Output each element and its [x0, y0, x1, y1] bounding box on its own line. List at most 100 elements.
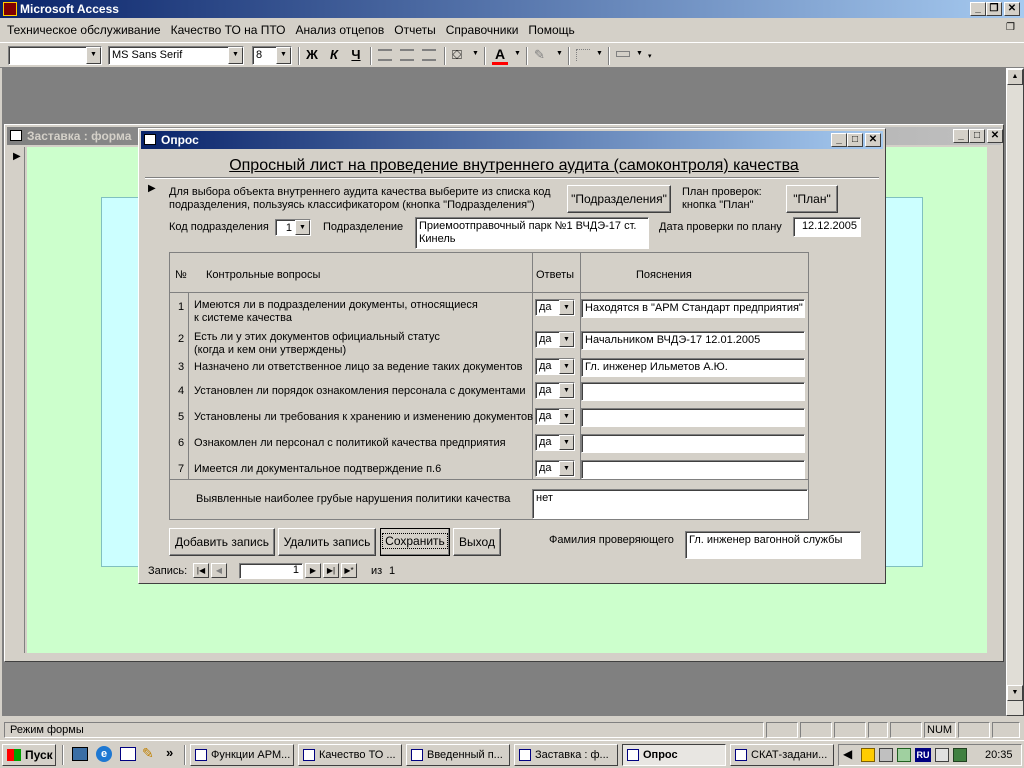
violations-field[interactable]: нет	[532, 489, 808, 519]
division-field[interactable]: Приемоотправочный парк №1 ВЧДЭ-17 ст. Ки…	[415, 217, 649, 249]
font-color-icon[interactable]: A	[492, 46, 508, 65]
splash-maximize-button[interactable]: □	[969, 129, 985, 143]
splash-close-button[interactable]: ✕	[987, 129, 1003, 143]
menu-item-analysis[interactable]: Анализ отцепов	[291, 21, 390, 39]
task-entered[interactable]: Введенный п...	[406, 744, 510, 766]
note-field[interactable]: Гл. инженер Ильметов А.Ю.	[581, 358, 805, 377]
note-field[interactable]	[581, 382, 805, 401]
task-functions[interactable]: Функции АРМ...	[190, 744, 294, 766]
language-indicator[interactable]: RU	[915, 748, 931, 762]
network-icon[interactable]	[953, 748, 967, 762]
fill-color-icon[interactable]: ⛋	[452, 47, 470, 63]
menu-item-quality[interactable]: Качество ТО на ПТО	[166, 21, 291, 39]
outlook-icon[interactable]	[120, 747, 136, 761]
align-right-icon[interactable]	[422, 49, 436, 61]
volume-icon[interactable]: ◀	[843, 747, 852, 761]
answer-select[interactable]: да ▼	[535, 460, 575, 477]
toolbar-options-icon[interactable]: ▾	[648, 52, 652, 60]
answer-select[interactable]: да ▼	[535, 331, 575, 348]
task-survey[interactable]: Опрос	[622, 744, 726, 766]
ie-icon[interactable]: e	[96, 746, 112, 762]
app-close-button[interactable]: ✕	[1004, 2, 1020, 16]
underline-button[interactable]: Ч	[348, 47, 364, 62]
col-notes-header: Пояснения	[636, 269, 692, 281]
question-row: 7 Имеется ли документальное подтверждение…	[170, 457, 806, 481]
workspace-scrollbar[interactable]: ▲ ▼	[1006, 68, 1024, 716]
division-code-select[interactable]: 1 ▼	[275, 219, 311, 236]
status-pane	[834, 722, 866, 738]
note-field[interactable]	[581, 434, 805, 453]
next-record-button[interactable]: ▶	[305, 563, 321, 578]
special-effect-dropdown-icon[interactable]: ▼	[636, 50, 643, 57]
answer-select[interactable]: да ▼	[535, 408, 575, 425]
menu-restore-icon[interactable]: ❐	[1006, 22, 1020, 36]
splash-minimize-button[interactable]: _	[953, 129, 969, 143]
task-quality[interactable]: Качество ТО ...	[298, 744, 402, 766]
menu-item-reports[interactable]: Отчеты	[389, 21, 440, 39]
toolbar-separator	[444, 47, 446, 65]
font-color-dropdown-icon[interactable]: ▼	[514, 50, 521, 57]
question-row: 1 Имеются ли в подразделении документы, о…	[170, 297, 806, 324]
line-color-icon[interactable]: ✎	[534, 47, 550, 63]
answer-select[interactable]: да ▼	[535, 299, 575, 316]
prev-record-button[interactable]: ◀	[211, 563, 227, 578]
align-center-icon[interactable]	[400, 49, 414, 61]
line-color-dropdown-icon[interactable]: ▼	[556, 50, 563, 57]
record-pointer-icon: ▶	[13, 151, 21, 162]
record-number-field[interactable]: 1	[239, 563, 303, 579]
record-selector[interactable]: ▶	[9, 147, 25, 653]
note-field[interactable]	[581, 408, 805, 427]
menu-item-help[interactable]: Помощь	[523, 21, 579, 39]
note-field[interactable]: Начальником ВЧДЭ-17 12.01.2005	[581, 331, 805, 350]
note-field[interactable]: Находятся в "АРМ Стандарт предприятия"	[581, 299, 805, 318]
menu-item-maintenance[interactable]: Техническое обслуживание	[2, 21, 166, 39]
line-width-icon[interactable]	[576, 49, 590, 61]
plan-button[interactable]: "План"	[786, 185, 838, 213]
divisions-button[interactable]: "Подразделения"	[567, 185, 671, 213]
first-record-button[interactable]: |◀	[193, 563, 209, 578]
quicklaunch-chevron[interactable]: »	[166, 745, 173, 760]
show-desktop-icon[interactable]	[72, 747, 88, 761]
last-record-button[interactable]: ▶|	[323, 563, 339, 578]
app-restore-button[interactable]: ❐	[986, 2, 1002, 16]
answer-select[interactable]: да ▼	[535, 382, 575, 399]
scroll-up-button[interactable]: ▲	[1007, 69, 1023, 85]
new-record-button[interactable]: ▶*	[341, 563, 357, 578]
save-button[interactable]: Сохранить	[380, 528, 450, 556]
font-name-select[interactable]: MS Sans Serif ▼	[108, 46, 244, 65]
line-width-dropdown-icon[interactable]: ▼	[596, 50, 603, 57]
form-record-selector[interactable]: ▶	[143, 181, 161, 561]
plan-date-field[interactable]: 12.12.2005	[793, 217, 861, 237]
task-skat[interactable]: СКАТ-задани...	[730, 744, 834, 766]
answer-select[interactable]: да ▼	[535, 358, 575, 375]
clock[interactable]: 20:35	[985, 749, 1013, 761]
menu-item-directories[interactable]: Справочники	[441, 21, 524, 39]
answer-select[interactable]: да ▼	[535, 434, 575, 451]
tray-app-icon[interactable]	[935, 748, 949, 762]
scroll-down-button[interactable]: ▼	[1007, 685, 1023, 701]
fill-color-dropdown-icon[interactable]: ▼	[472, 50, 479, 57]
delete-record-button[interactable]: Удалить запись	[278, 528, 376, 556]
task-splash[interactable]: Заставка : ф...	[514, 744, 618, 766]
tray-app-icon[interactable]	[897, 748, 911, 762]
survey-close-button[interactable]: ✕	[865, 133, 881, 147]
bold-button[interactable]: Ж	[304, 47, 320, 62]
survey-minimize-button[interactable]: _	[831, 133, 847, 147]
start-button[interactable]: Пуск	[2, 744, 56, 766]
italic-button[interactable]: К	[326, 47, 342, 62]
app-minimize-button[interactable]: _	[970, 2, 986, 16]
exit-button[interactable]: Выход	[453, 528, 501, 556]
tray-app-icon[interactable]	[879, 748, 893, 762]
align-left-icon[interactable]	[378, 49, 392, 61]
inspector-field[interactable]: Гл. инженер вагонной службы	[685, 531, 861, 559]
survey-maximize-button[interactable]: □	[847, 133, 863, 147]
tray-app-icon[interactable]	[861, 748, 875, 762]
toolbar-separator	[526, 47, 528, 65]
special-effect-icon[interactable]	[616, 51, 630, 57]
pen-icon[interactable]: ✎	[142, 745, 158, 761]
survey-titlebar: Опрос _ □ ✕	[141, 131, 883, 149]
font-size-select[interactable]: 8 ▼	[252, 46, 292, 65]
object-select[interactable]: ▼	[8, 46, 102, 65]
add-record-button[interactable]: Добавить запись	[169, 528, 275, 556]
note-field[interactable]	[581, 460, 805, 479]
